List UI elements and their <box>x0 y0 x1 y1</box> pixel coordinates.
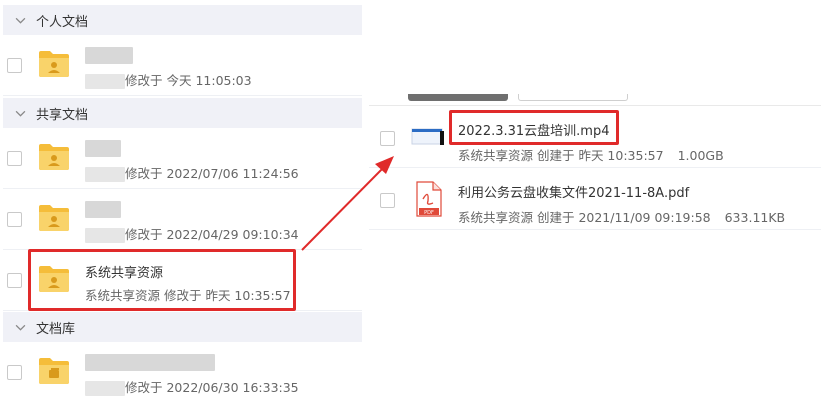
list-item[interactable]: 修改于 2022/07/06 11:24:56 <box>3 128 362 189</box>
right-panel: 2022.3.31云盘培训.mp4 系统共享资源 创建于 昨天 10:35:57… <box>362 0 826 411</box>
section-shared-docs[interactable]: 共享文档 <box>3 98 362 128</box>
row-checkbox[interactable] <box>380 193 395 208</box>
section-library[interactable]: 文档库 <box>3 312 362 342</box>
list-item-system-shared[interactable]: 系统共享资源 系统共享资源 修改于 昨天 10:35:57 <box>3 250 362 311</box>
row-meta: 修改于 2022/06/30 16:33:35 <box>85 377 299 396</box>
row-meta: 修改于 今天 11:05:03 <box>85 70 252 89</box>
row-name <box>85 47 133 64</box>
file-name[interactable]: 利用公务云盘收集文件2021-11-8A.pdf <box>458 182 689 201</box>
row-name: 系统共享资源 <box>85 266 164 281</box>
svg-text:PDF: PDF <box>424 210 434 216</box>
toolbar-button[interactable] <box>518 94 628 101</box>
row-meta: 系统共享资源 修改于 昨天 10:35:57 <box>85 288 291 303</box>
file-meta: 系统共享资源 创建于 昨天 10:35:57 1.00GB <box>458 148 724 163</box>
pdf-icon: PDF <box>416 181 442 217</box>
file-name[interactable]: 2022.3.31云盘培训.mp4 <box>458 120 609 139</box>
divider <box>369 105 821 106</box>
chevron-down-icon <box>15 324 26 331</box>
row-name <box>85 201 121 218</box>
left-panel: 个人文档 修改于 今天 11:05:03 共享文档 修改于 2022/07/06… <box>0 0 362 411</box>
row-checkbox[interactable] <box>7 273 22 288</box>
toolbar-button[interactable] <box>408 94 508 101</box>
folder-library-icon <box>39 358 69 384</box>
folder-user-icon <box>39 144 69 170</box>
row-name <box>85 140 121 157</box>
section-title: 文档库 <box>36 321 76 337</box>
folder-user-icon <box>39 266 69 292</box>
row-meta: 修改于 2022/07/06 11:24:56 <box>85 163 299 182</box>
row-checkbox[interactable] <box>7 212 22 227</box>
section-personal-docs[interactable]: 个人文档 <box>3 5 362 35</box>
row-meta: 修改于 2022/04/29 09:10:34 <box>85 224 299 243</box>
file-meta: 系统共享资源 创建于 2021/11/09 09:19:58 633.11KB <box>458 210 786 225</box>
list-item[interactable]: 修改于 2022/04/29 09:10:34 <box>3 189 362 250</box>
file-row[interactable]: PDF 利用公务云盘收集文件2021-11-8A.pdf 系统共享资源 创建于 … <box>369 169 821 230</box>
row-checkbox[interactable] <box>7 365 22 380</box>
row-checkbox[interactable] <box>7 58 22 73</box>
row-name <box>85 354 215 371</box>
row-checkbox[interactable] <box>7 151 22 166</box>
list-item[interactable]: 修改于 2022/06/30 16:33:35 <box>3 342 362 403</box>
chevron-down-icon <box>15 17 26 24</box>
folder-user-icon <box>39 51 69 77</box>
file-size: 633.11KB <box>724 210 786 225</box>
section-title: 共享文档 <box>36 107 89 123</box>
section-title: 个人文档 <box>36 14 89 30</box>
row-checkbox[interactable] <box>380 131 395 146</box>
video-icon <box>411 128 444 145</box>
folder-user-icon <box>39 205 69 231</box>
file-row[interactable]: 2022.3.31云盘培训.mp4 系统共享资源 创建于 昨天 10:35:57… <box>369 107 821 168</box>
file-size: 1.00GB <box>677 148 724 163</box>
chevron-down-icon <box>15 110 26 117</box>
list-item[interactable]: 修改于 今天 11:05:03 <box>3 35 362 96</box>
